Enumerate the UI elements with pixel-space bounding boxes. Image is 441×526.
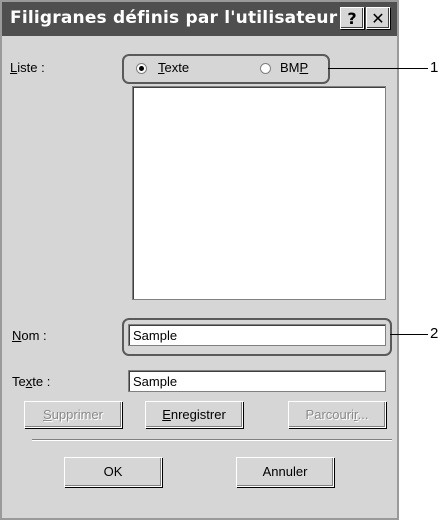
radio-bmp-label[interactable]: BMP [280,60,308,75]
texte-input[interactable]: Sample [128,370,386,392]
parcourir-button[interactable]: Parcourir... [288,401,386,428]
watermark-listbox[interactable] [132,86,386,300]
radio-texte-label[interactable]: Texte [158,60,189,75]
enregistrer-button[interactable]: Enregistrer [145,401,243,428]
separator [32,439,392,441]
radio-bmp[interactable] [260,63,271,74]
callout-line-2 [390,334,428,335]
texte-label: Texte : [12,374,51,389]
annuler-button[interactable]: Annuler [236,457,334,487]
nom-label: Nom : [12,328,47,343]
nom-input[interactable]: Sample [128,324,386,346]
dialog-title: Filigranes définis par l'utilisateur [10,8,338,28]
callout-number-2: 2 [430,325,439,342]
liste-label: Liste : [10,60,45,75]
ok-button[interactable]: OK [64,457,162,487]
watermark-dialog: Filigranes définis par l'utilisateur ? ✕… [0,0,399,520]
supprimer-button[interactable]: Supprimer [24,401,122,428]
callout-line-1 [328,68,428,69]
radio-texte[interactable] [136,63,147,74]
radio-selected-dot [139,66,144,71]
watermark-type-radio-group: Texte BMP [122,54,330,84]
close-icon: ✕ [371,8,385,28]
help-icon: ? [347,8,357,28]
help-button[interactable]: ? [340,7,364,29]
callout-number-1: 1 [430,59,439,76]
close-button[interactable]: ✕ [366,7,390,29]
title-bar[interactable]: Filigranes définis par l'utilisateur ? ✕ [2,2,397,36]
